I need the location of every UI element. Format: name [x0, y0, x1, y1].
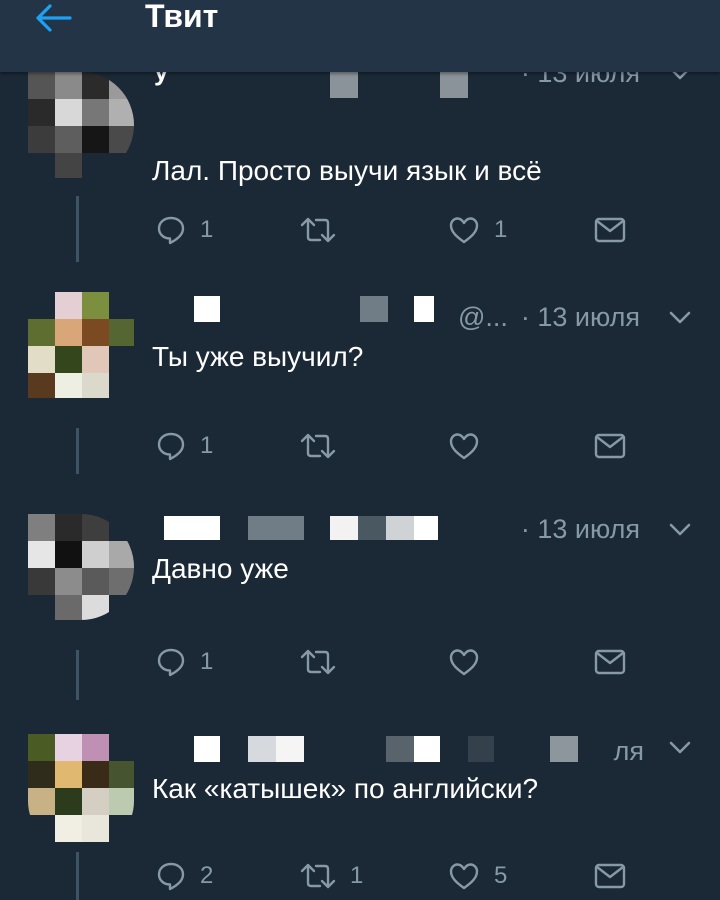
reply-icon	[156, 861, 186, 891]
reply-count: 1	[200, 216, 214, 243]
username-handle[interactable]: @...	[458, 300, 508, 334]
tweet-actions: 1	[152, 428, 632, 464]
heart-icon	[448, 647, 480, 677]
redacted-block	[414, 296, 434, 322]
tweet-2[interactable]: @... · 13 июля Ты уже выучил? 1	[0, 290, 720, 510]
envelope-icon	[594, 216, 626, 244]
dm-share-button[interactable]	[594, 858, 626, 894]
tweet-header: · 13 июля	[154, 512, 714, 548]
chevron-down-icon[interactable]	[668, 738, 692, 758]
reply-icon	[156, 431, 186, 461]
heart-icon	[448, 861, 480, 891]
redacted-block	[468, 736, 494, 762]
chevron-down-icon[interactable]	[668, 520, 692, 540]
reply-button[interactable]: 1	[156, 644, 213, 680]
redacted-block	[358, 516, 386, 540]
redacted-block	[414, 736, 440, 762]
redacted-block	[276, 736, 304, 762]
retweet-button[interactable]: 1	[300, 858, 363, 894]
thread-line	[76, 852, 79, 900]
retweet-button[interactable]	[300, 428, 350, 464]
tweet-date[interactable]: · 13 июля	[521, 300, 640, 334]
retweet-button[interactable]	[300, 212, 350, 248]
retweet-icon	[300, 647, 336, 677]
tweet-text: Как «катышек» по английски?	[152, 773, 539, 804]
tweet-header: ля	[154, 734, 714, 770]
tweet-actions: 2 1 5	[152, 858, 632, 894]
dm-share-button[interactable]	[594, 428, 626, 464]
avatar[interactable]	[28, 514, 134, 620]
tweet-date[interactable]: ля	[614, 734, 644, 768]
dm-share-button[interactable]	[594, 212, 626, 248]
tweet-text: Лал. Просто выучи язык и всё	[152, 155, 542, 186]
chevron-down-icon[interactable]	[668, 308, 692, 328]
redacted-block	[330, 516, 358, 540]
heart-icon	[448, 431, 480, 461]
tweet-actions: 1	[152, 644, 632, 680]
tweet-text: Давно уже	[152, 553, 289, 584]
like-button[interactable]: 5	[448, 858, 507, 894]
avatar[interactable]	[28, 72, 134, 178]
envelope-icon	[594, 862, 626, 890]
redacted-block	[386, 736, 414, 762]
reply-icon	[156, 647, 186, 677]
envelope-icon	[594, 648, 626, 676]
reply-button[interactable]: 1	[156, 428, 213, 464]
thread-line	[76, 196, 79, 262]
reply-count: 1	[200, 432, 214, 459]
dm-share-button[interactable]	[594, 644, 626, 680]
redacted-block	[550, 736, 578, 762]
like-button[interactable]: 1	[448, 212, 507, 248]
redacted-block	[414, 516, 438, 540]
redacted-block	[248, 516, 304, 540]
tweet-text: Ты уже выучил?	[152, 341, 364, 372]
redacted-block	[360, 296, 388, 322]
avatar[interactable]	[28, 292, 134, 398]
redacted-block	[440, 72, 468, 98]
retweet-count: 1	[350, 862, 364, 889]
like-button[interactable]	[448, 428, 494, 464]
redacted-block	[194, 296, 220, 322]
reply-icon	[156, 215, 186, 245]
avatar[interactable]	[28, 734, 134, 846]
tweet-header: @... · 13 июля	[154, 296, 714, 332]
retweet-icon	[300, 861, 336, 891]
redacted-block	[248, 736, 276, 762]
redacted-block	[330, 72, 358, 98]
envelope-icon	[594, 432, 626, 460]
tweet-date[interactable]: · 13 июля	[521, 512, 640, 546]
reply-count: 2	[200, 862, 214, 889]
back-button[interactable]	[34, 0, 82, 36]
reply-button[interactable]: 2	[156, 858, 213, 894]
like-count: 1	[494, 216, 508, 243]
tweet-actions: 1 1	[152, 212, 632, 248]
tweet-1[interactable]: у · 13 июля Лал. Просто выучи язык и всё…	[0, 56, 720, 282]
redacted-block	[386, 516, 414, 540]
thread-line	[76, 650, 79, 700]
top-app-bar: Твит	[0, 0, 720, 72]
reply-count: 1	[200, 648, 214, 675]
redacted-block	[164, 516, 220, 540]
heart-icon	[448, 215, 480, 245]
arrow-left-icon	[34, 3, 74, 33]
like-button[interactable]	[448, 644, 494, 680]
retweet-icon	[300, 431, 336, 461]
like-count: 5	[494, 862, 508, 889]
reply-button[interactable]: 1	[156, 212, 213, 248]
tweet-4[interactable]: ля Как «катышек» по английски? 2 1 5	[0, 730, 720, 900]
retweet-icon	[300, 215, 336, 245]
thread-line	[76, 428, 79, 474]
page-title: Твит	[145, 0, 219, 34]
redacted-block	[194, 736, 220, 762]
tweet-3[interactable]: · 13 июля Давно уже 1	[0, 510, 720, 730]
retweet-button[interactable]	[300, 644, 350, 680]
